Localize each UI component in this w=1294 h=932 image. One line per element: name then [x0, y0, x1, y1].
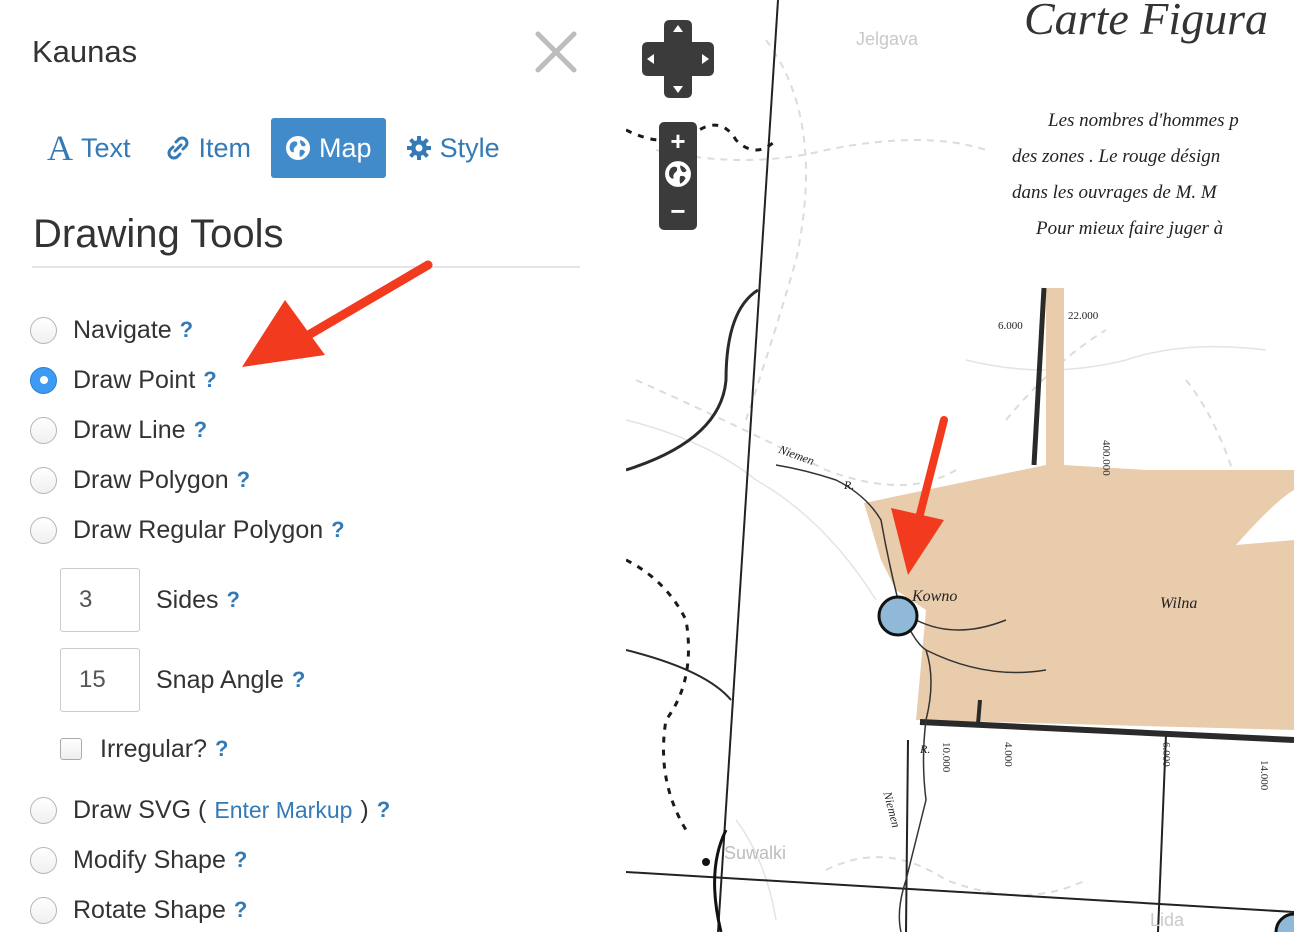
text-icon: A — [47, 128, 73, 168]
tool-modify-shape-label: Modify Shape — [73, 845, 226, 874]
sides-input[interactable] — [60, 568, 140, 632]
radio-modify-shape[interactable] — [30, 846, 57, 874]
river-label: R. — [920, 742, 931, 756]
troop-count: 14.000 — [1258, 760, 1270, 791]
sides-label: Sides — [156, 585, 219, 614]
radio-draw-svg[interactable] — [30, 796, 57, 824]
help-icon[interactable]: ? — [234, 847, 247, 873]
snap-angle-input[interactable] — [60, 648, 140, 712]
annotation-arrow — [242, 260, 433, 367]
radio-draw-polygon[interactable] — [30, 466, 57, 494]
city-label-jelgava: Jelgava — [856, 29, 919, 49]
tab-map-label: Map — [319, 132, 372, 163]
help-icon[interactable]: ? — [377, 797, 390, 823]
radio-draw-regular-polygon[interactable] — [30, 516, 57, 544]
irregular-label: Irregular? — [100, 734, 207, 763]
help-icon[interactable]: ? — [203, 367, 216, 393]
river-label: R. — [844, 478, 855, 492]
help-icon[interactable]: ? — [331, 517, 344, 543]
radio-draw-point[interactable] — [30, 366, 57, 394]
help-icon[interactable]: ? — [215, 736, 228, 762]
link-icon — [165, 135, 191, 161]
help-icon[interactable]: ? — [227, 587, 240, 613]
tool-draw-polygon-label: Draw Polygon — [73, 465, 229, 494]
tool-rotate-shape[interactable]: Rotate Shape ? — [30, 893, 247, 927]
map-note-line: des zones . Le rouge désign — [1012, 146, 1221, 167]
tab-style-label: Style — [439, 132, 500, 163]
enter-markup-link[interactable]: Enter Markup — [214, 797, 352, 824]
snap-angle-label: Snap Angle — [156, 665, 284, 694]
tool-navigate[interactable]: Navigate ? — [30, 313, 193, 347]
gear-icon — [406, 135, 432, 161]
tool-draw-line-label: Draw Line — [73, 415, 186, 444]
snap-angle-field-label: Snap Angle ? — [156, 663, 305, 697]
city-label-suwalki: Suwalki — [724, 843, 787, 863]
irregular-checkbox[interactable] — [60, 738, 82, 760]
map-canvas[interactable] — [626, 0, 1294, 932]
map-title: Carte Figura — [1024, 0, 1269, 44]
tool-modify-shape[interactable]: Modify Shape ? — [30, 843, 247, 877]
tool-draw-svg-suffix: ) — [360, 795, 369, 824]
pan-control[interactable] — [642, 20, 714, 98]
city-label-lida: Lida — [1150, 910, 1185, 930]
close-icon[interactable] — [532, 28, 580, 76]
zoom-control: + − — [659, 122, 697, 230]
tool-draw-polygon[interactable]: Draw Polygon ? — [30, 463, 250, 497]
troop-count: 10.000 — [940, 742, 952, 773]
help-icon[interactable]: ? — [237, 467, 250, 493]
tool-draw-line[interactable]: Draw Line ? — [30, 413, 207, 447]
tab-item-label: Item — [198, 132, 252, 163]
map-view[interactable]: Carte Figura Les nombres d'hommes p des … — [626, 0, 1294, 932]
troop-count: 6.000 — [998, 320, 1023, 332]
tab-bar: A Text Item Map Style — [33, 118, 520, 178]
tool-draw-regular-polygon[interactable]: Draw Regular Polygon ? — [30, 513, 345, 547]
tool-draw-point-label: Draw Point — [73, 365, 196, 394]
globe-icon — [285, 135, 311, 161]
help-icon[interactable]: ? — [180, 317, 193, 343]
troop-count: 22.000 — [1068, 310, 1099, 322]
troop-count: 400.000 — [1100, 440, 1112, 476]
radio-draw-line[interactable] — [30, 416, 57, 444]
section-title: Drawing Tools — [33, 212, 284, 256]
help-icon[interactable]: ? — [194, 417, 207, 443]
tool-draw-point[interactable]: Draw Point ? — [30, 363, 217, 397]
radio-navigate[interactable] — [30, 316, 57, 344]
edit-panel: Kaunas A Text Item Map Style Drawing Too… — [0, 0, 626, 932]
globe-icon[interactable] — [664, 160, 692, 188]
panel-title: Kaunas — [32, 34, 138, 69]
tool-draw-regular-polygon-label: Draw Regular Polygon — [73, 515, 324, 544]
city-label-kowno: Kowno — [912, 588, 958, 605]
tab-text-label: Text — [81, 132, 131, 163]
tab-item[interactable]: Item — [151, 118, 266, 178]
radio-rotate-shape[interactable] — [30, 896, 57, 924]
map-note-line: Pour mieux faire juger à — [1036, 218, 1224, 239]
troop-count: 4.000 — [1002, 742, 1014, 767]
tab-text[interactable]: A Text — [33, 118, 145, 178]
zoom-out-button[interactable]: − — [659, 196, 697, 226]
help-icon[interactable]: ? — [234, 897, 247, 923]
city-label-wilna: Wilna — [1160, 595, 1198, 612]
tool-navigate-label: Navigate — [73, 315, 172, 344]
irregular-option[interactable]: Irregular? ? — [60, 732, 228, 766]
zoom-in-button[interactable]: + — [659, 126, 697, 156]
tab-style[interactable]: Style — [392, 118, 514, 178]
tool-rotate-shape-label: Rotate Shape — [73, 895, 226, 924]
map-note-line: Les nombres d'hommes p — [1048, 110, 1239, 131]
troop-count: 6.000 — [1160, 742, 1172, 767]
sides-field-label: Sides ? — [156, 583, 240, 617]
tool-draw-svg-label: Draw SVG ( — [73, 795, 207, 824]
tool-draw-svg[interactable]: Draw SVG ( Enter Markup ) ? — [30, 793, 390, 827]
help-icon[interactable]: ? — [292, 667, 305, 693]
map-note-line: dans les ouvrages de M. M — [1012, 182, 1217, 203]
tab-map[interactable]: Map — [271, 118, 386, 178]
